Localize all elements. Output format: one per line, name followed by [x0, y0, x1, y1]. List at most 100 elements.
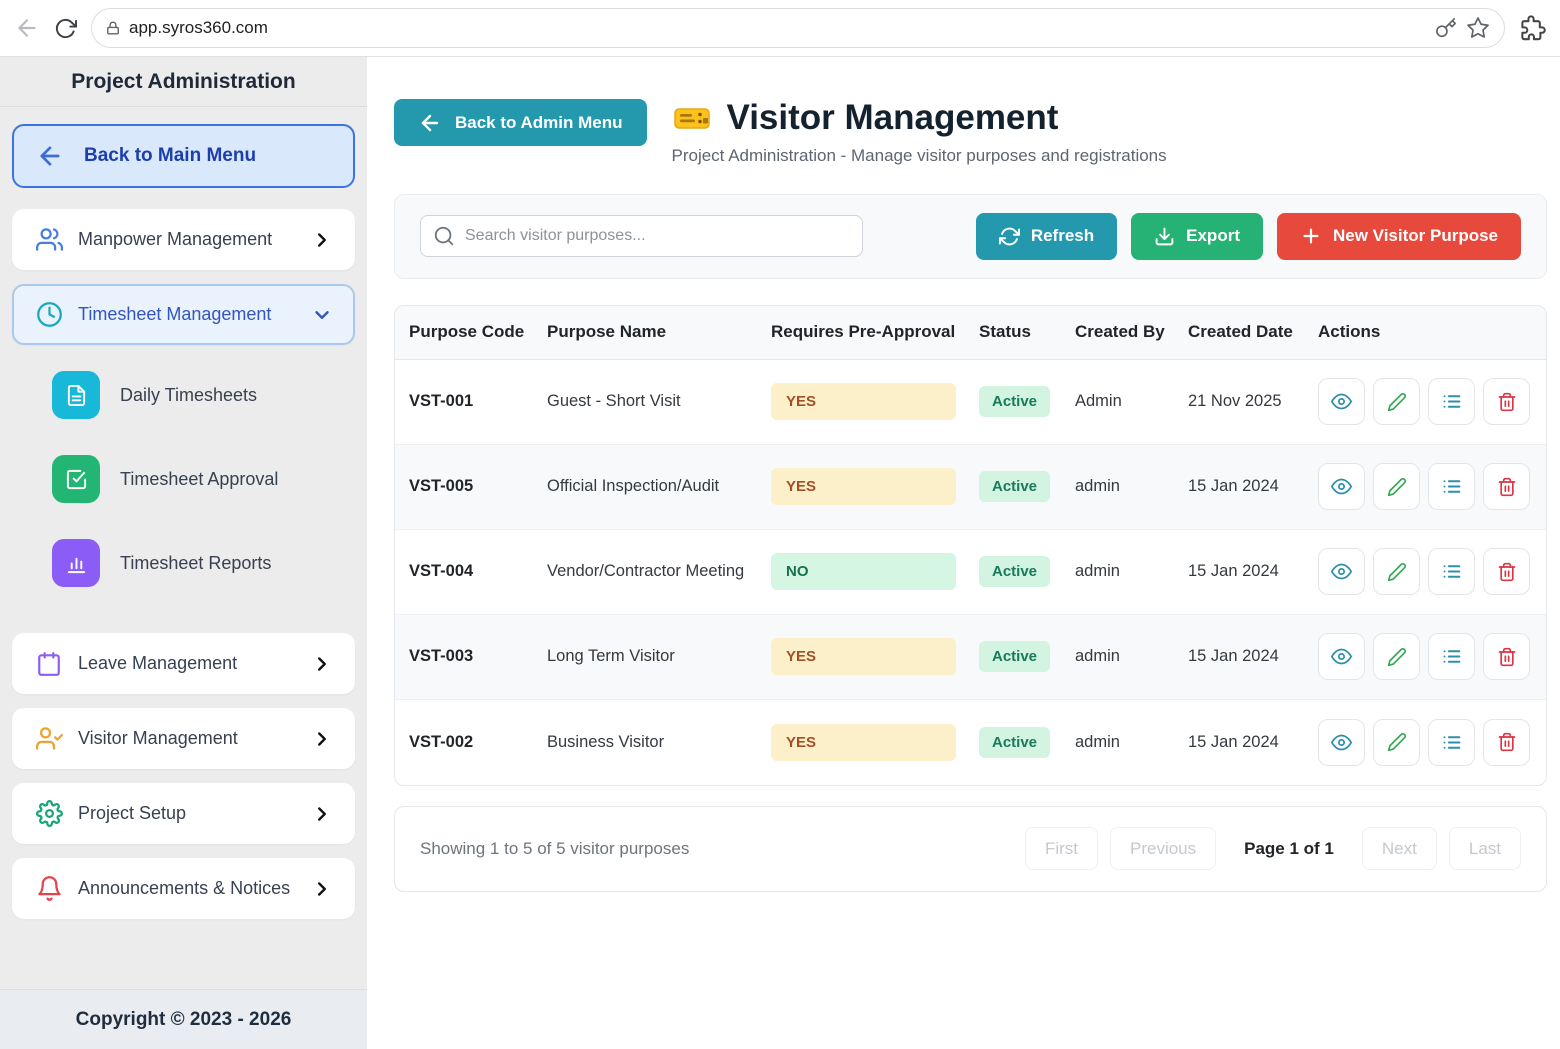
- purpose-code-cell: VST-002: [409, 733, 547, 752]
- new-visitor-purpose-label: New Visitor Purpose: [1333, 226, 1498, 246]
- sidebar-item-label: Announcements & Notices: [78, 878, 311, 899]
- toolbar-buttons: Refresh Export New Visitor Purpose: [976, 213, 1521, 260]
- page-subtitle: Project Administration - Manage visitor …: [672, 146, 1167, 166]
- created-by-cell: admin: [1075, 733, 1188, 752]
- details-list-button[interactable]: [1428, 463, 1475, 510]
- purpose-code-cell: VST-001: [409, 392, 547, 411]
- page-title-text: Visitor Management: [727, 99, 1059, 138]
- purpose-code-cell: VST-005: [409, 477, 547, 496]
- last-page-button[interactable]: Last: [1449, 827, 1521, 870]
- delete-button[interactable]: [1483, 548, 1530, 595]
- export-button[interactable]: Export: [1131, 213, 1263, 260]
- submenu-item-label: Timesheet Approval: [120, 469, 278, 490]
- refresh-button[interactable]: Refresh: [976, 213, 1117, 260]
- delete-button[interactable]: [1483, 719, 1530, 766]
- ticket-icon: [672, 101, 712, 135]
- sidebar-item-leave-management[interactable]: Leave Management: [12, 633, 355, 694]
- submenu-item-label: Daily Timesheets: [120, 385, 257, 406]
- timesheet-submenu: Daily Timesheets Timesheet Approval Time…: [12, 359, 355, 633]
- view-button[interactable]: [1318, 463, 1365, 510]
- purpose-name-cell: Vendor/Contractor Meeting: [547, 562, 771, 581]
- first-page-button[interactable]: First: [1025, 827, 1098, 870]
- new-visitor-purpose-button[interactable]: New Visitor Purpose: [1277, 213, 1521, 260]
- submenu-item-timesheet-reports[interactable]: Timesheet Reports: [52, 539, 355, 587]
- details-list-button[interactable]: [1428, 719, 1475, 766]
- details-list-button[interactable]: [1428, 548, 1475, 595]
- page-info: Page 1 of 1: [1244, 839, 1334, 859]
- delete-button[interactable]: [1483, 633, 1530, 680]
- extensions-puzzle-icon[interactable]: [1519, 15, 1546, 42]
- sidebar: Project Administration Back to Main Menu…: [0, 57, 367, 1049]
- submenu-item-timesheet-approval[interactable]: Timesheet Approval: [52, 455, 355, 503]
- view-button[interactable]: [1318, 548, 1365, 595]
- page-title: Visitor Management: [672, 99, 1167, 138]
- sidebar-item-announcements[interactable]: Announcements & Notices: [12, 858, 355, 919]
- row-actions: [1318, 548, 1546, 595]
- sidebar-item-project-setup[interactable]: Project Setup: [12, 783, 355, 844]
- browser-toolbar: app.syros360.com: [0, 0, 1560, 57]
- edit-button[interactable]: [1373, 548, 1420, 595]
- bookmark-star-icon[interactable]: [1466, 16, 1490, 40]
- row-actions: [1318, 463, 1546, 510]
- gear-icon: [34, 800, 64, 827]
- arrow-left-icon: [418, 111, 442, 135]
- edit-button[interactable]: [1373, 463, 1420, 510]
- sidebar-menu: Back to Main Menu Manpower Management Ti…: [0, 107, 367, 989]
- browser-refresh-icon[interactable]: [54, 17, 77, 40]
- sidebar-item-label: Manpower Management: [78, 229, 311, 250]
- delete-button[interactable]: [1483, 378, 1530, 425]
- chevron-right-icon: [311, 878, 333, 900]
- next-page-button[interactable]: Next: [1362, 827, 1437, 870]
- address-bar[interactable]: app.syros360.com: [91, 8, 1505, 48]
- previous-page-button[interactable]: Previous: [1110, 827, 1216, 870]
- calendar-icon: [34, 651, 64, 677]
- submenu-item-daily-timesheets[interactable]: Daily Timesheets: [52, 371, 355, 419]
- table-row: VST-005 Official Inspection/Audit YES Ac…: [395, 445, 1546, 530]
- app-window: Project Administration Back to Main Menu…: [0, 57, 1560, 1049]
- view-button[interactable]: [1318, 378, 1365, 425]
- status-badge: Active: [979, 386, 1050, 417]
- status-badge: Active: [979, 556, 1050, 587]
- edit-button[interactable]: [1373, 378, 1420, 425]
- column-header: Requires Pre-Approval: [771, 322, 979, 342]
- sidebar-item-timesheet-management[interactable]: Timesheet Management: [12, 284, 355, 345]
- password-key-icon[interactable]: [1435, 17, 1457, 39]
- column-header: Created Date: [1188, 322, 1318, 342]
- view-button[interactable]: [1318, 633, 1365, 680]
- edit-button[interactable]: [1373, 633, 1420, 680]
- back-to-admin-menu-button[interactable]: Back to Admin Menu: [394, 99, 647, 146]
- table-row: VST-002 Business Visitor YES Active admi…: [395, 700, 1546, 785]
- delete-button[interactable]: [1483, 463, 1530, 510]
- pre-approval-badge: NO: [771, 553, 956, 590]
- column-header: Purpose Name: [547, 322, 771, 342]
- export-label: Export: [1186, 226, 1240, 246]
- table-header-row: Purpose Code Purpose Name Requires Pre-A…: [395, 306, 1546, 360]
- site-info-icon[interactable]: [106, 21, 120, 35]
- sidebar-item-visitor-management[interactable]: Visitor Management: [12, 708, 355, 769]
- search-input[interactable]: [465, 227, 850, 245]
- edit-button[interactable]: [1373, 719, 1420, 766]
- browser-back-icon[interactable]: [14, 15, 40, 41]
- url-text: app.syros360.com: [129, 18, 1426, 38]
- table-row: VST-001 Guest - Short Visit YES Active A…: [395, 360, 1546, 445]
- column-header: Purpose Code: [409, 322, 547, 342]
- details-list-button[interactable]: [1428, 378, 1475, 425]
- main-content: Back to Admin Menu Visitor Management Pr…: [367, 57, 1560, 1049]
- details-list-button[interactable]: [1428, 633, 1475, 680]
- sidebar-item-label: Timesheet Management: [78, 304, 311, 325]
- sidebar-item-manpower-management[interactable]: Manpower Management: [12, 209, 355, 270]
- purpose-code-cell: VST-004: [409, 562, 547, 581]
- search-box: [420, 215, 863, 257]
- purpose-code-cell: VST-003: [409, 647, 547, 666]
- bar-chart-icon: [52, 539, 100, 587]
- column-header: Actions: [1318, 322, 1546, 342]
- refresh-label: Refresh: [1031, 226, 1094, 246]
- back-to-main-menu-button[interactable]: Back to Main Menu: [12, 124, 355, 188]
- column-header: Created By: [1075, 322, 1188, 342]
- created-date-cell: 15 Jan 2024: [1188, 477, 1318, 496]
- view-button[interactable]: [1318, 719, 1365, 766]
- user-check-icon: [34, 725, 64, 752]
- purpose-name-cell: Business Visitor: [547, 733, 771, 752]
- row-actions: [1318, 378, 1546, 425]
- created-by-cell: admin: [1075, 647, 1188, 666]
